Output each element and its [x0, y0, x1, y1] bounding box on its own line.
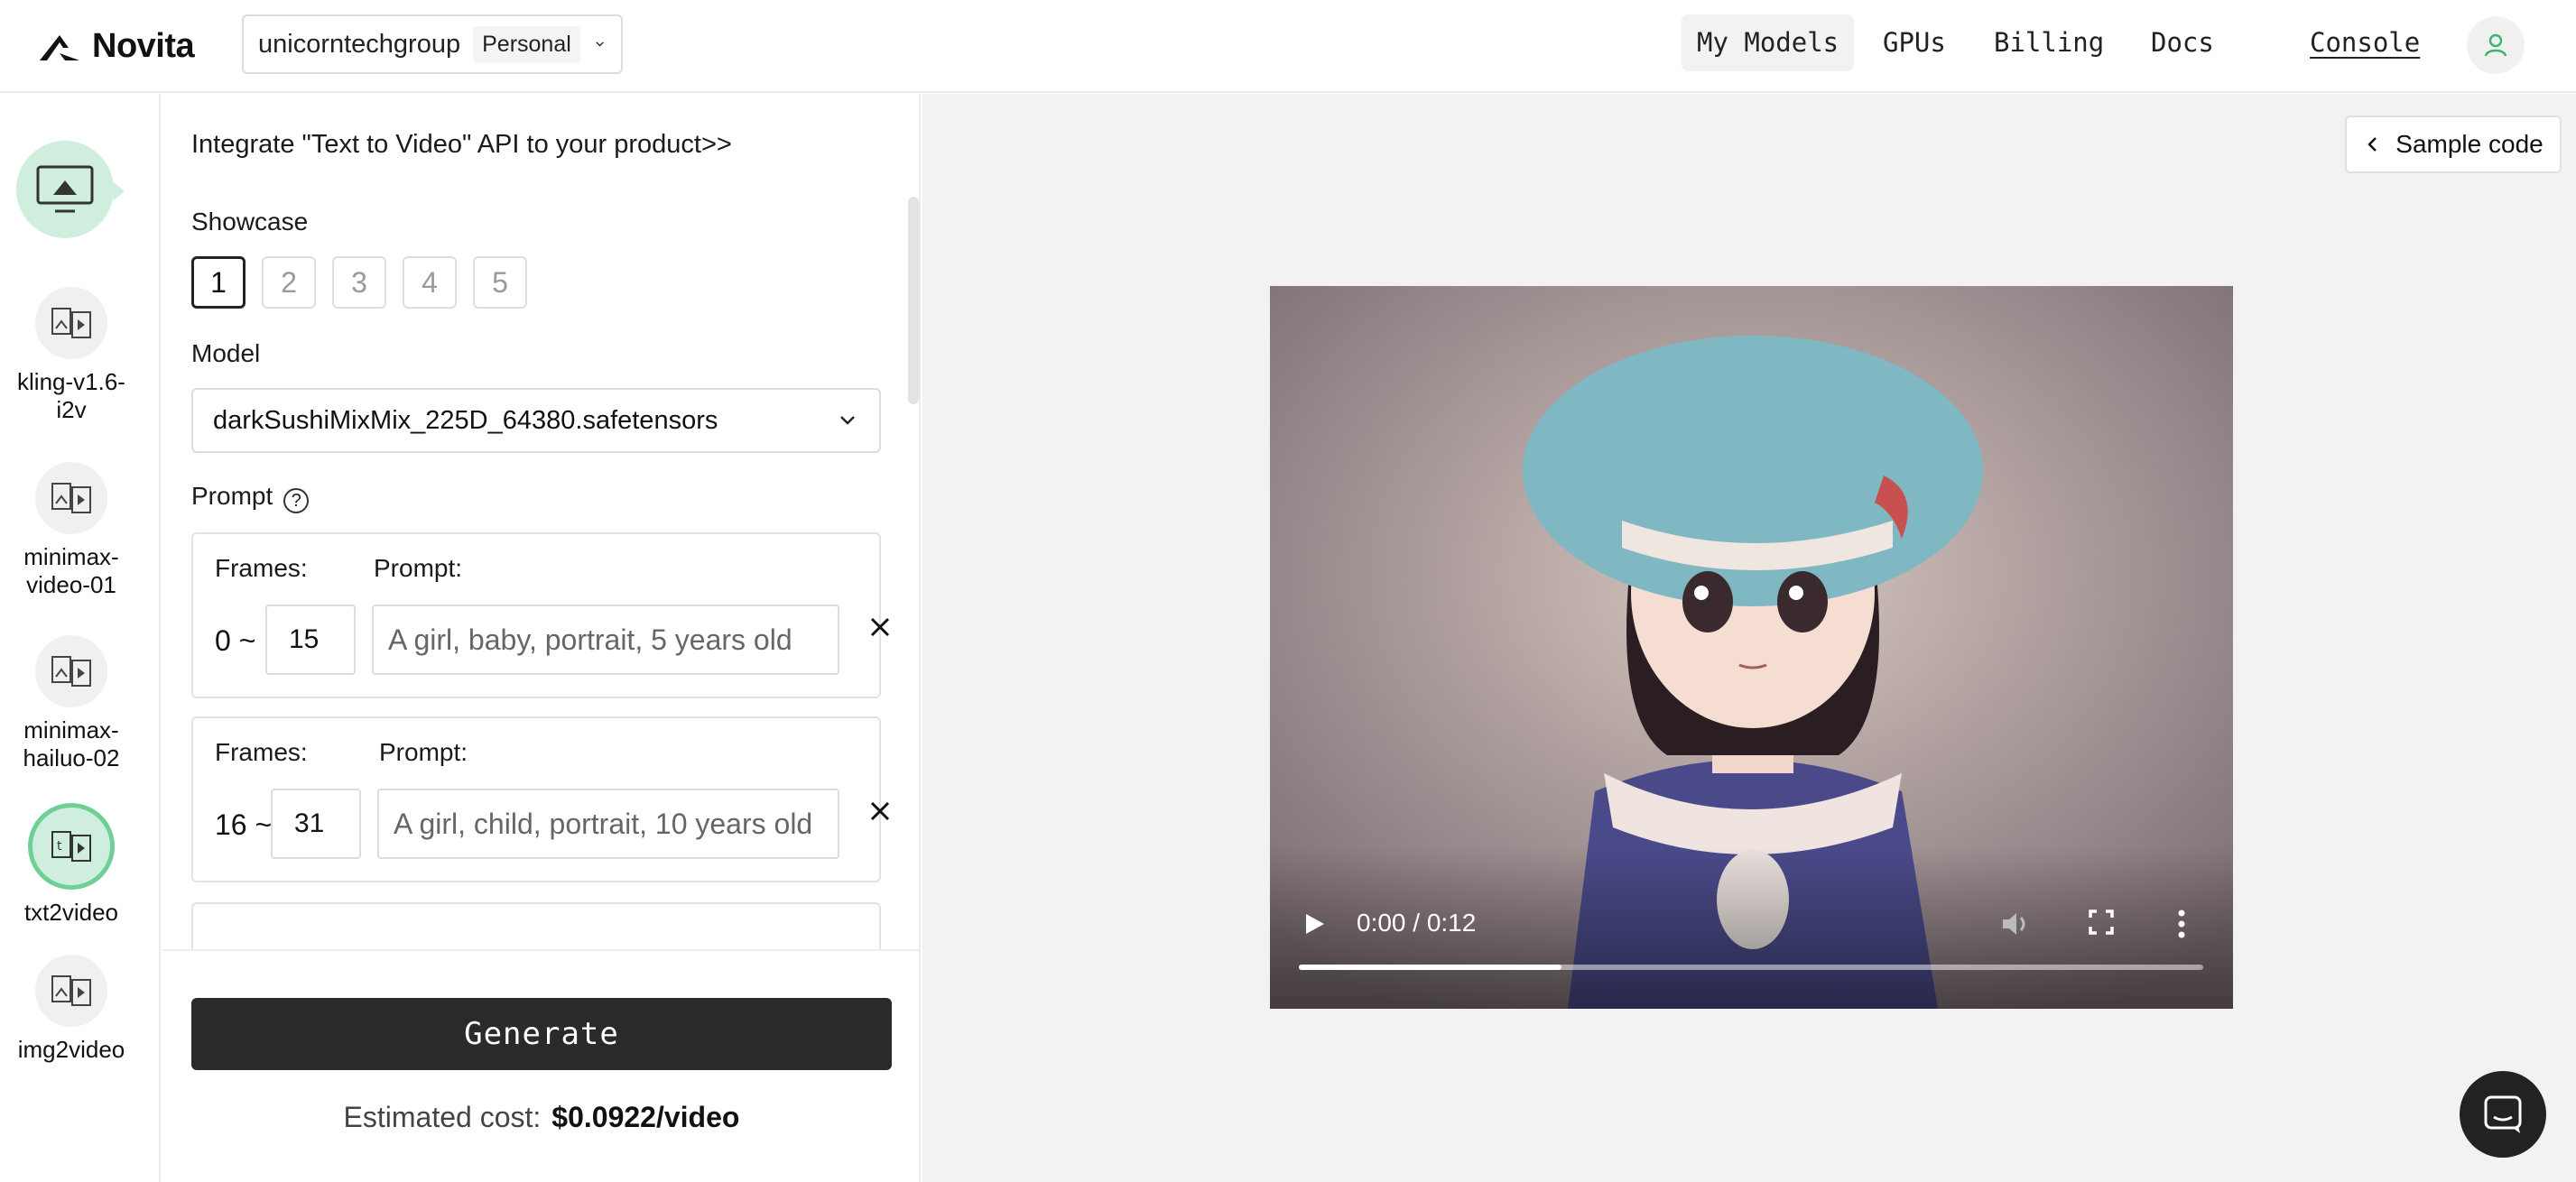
- frame-prompt-card: Frames: Prompt: 16 ~ 31 A girl, child, p…: [191, 716, 890, 882]
- frame-prompt-input[interactable]: A girl, baby, portrait, 5 years old: [372, 605, 839, 675]
- showcase-option-3[interactable]: 3: [332, 256, 386, 309]
- frames-label: Frames:: [215, 738, 308, 766]
- more-options-icon[interactable]: [2176, 909, 2187, 939]
- preview-area: Sample code 0:00 / 0:12: [922, 94, 2576, 1182]
- novita-logo-icon: [40, 34, 79, 60]
- frame-end-input[interactable]: 15: [265, 605, 356, 675]
- frame-prompt-input[interactable]: A girl, child, portrait, 10 years old: [377, 789, 839, 859]
- estimated-cost: Estimated cost: $0.0922/video: [162, 1101, 921, 1134]
- rail-item-img2video[interactable]: img2video: [0, 955, 143, 1064]
- nav-console[interactable]: Console: [2294, 14, 2435, 71]
- prompt-field-label: Prompt:: [379, 738, 468, 766]
- rail-item-label: minimax-hailuo-02: [23, 716, 120, 771]
- integrate-api-link[interactable]: Integrate "Text to Video" API to your pr…: [191, 130, 732, 160]
- showcase-option-1[interactable]: 1: [191, 256, 246, 309]
- video-model-icon: [35, 635, 107, 707]
- nav-my-models[interactable]: My Models: [1682, 14, 1855, 71]
- cost-label: Estimated cost:: [343, 1101, 542, 1133]
- brand-name: Novita: [92, 27, 195, 65]
- team-selector[interactable]: unicorntechgroup Personal: [242, 14, 623, 74]
- team-badge: Personal: [473, 25, 580, 63]
- video-time: 0:00 / 0:12: [1357, 909, 1477, 937]
- generate-button[interactable]: Generate: [191, 998, 892, 1070]
- rail-pointer: [114, 182, 125, 200]
- video-model-icon: [35, 462, 107, 534]
- video-model-icon: [35, 955, 107, 1027]
- model-select[interactable]: darkSushiMixMix_225D_64380.safetensors: [191, 388, 881, 453]
- form-panel: Integrate "Text to Video" API to your pr…: [162, 94, 921, 1182]
- team-name: unicorntechgroup: [258, 29, 461, 59]
- frame-prompt-card: Frames: Prompt: 0 ~ 15 A girl, baby, por…: [191, 532, 890, 698]
- showcase-label: Showcase: [191, 208, 309, 235]
- chevron-down-icon: [840, 416, 855, 425]
- chat-support-button[interactable]: [2460, 1071, 2546, 1158]
- rail-item-minimax-hailuo-02[interactable]: minimax-hailuo-02: [0, 635, 143, 772]
- frame-end-input[interactable]: 31: [271, 789, 361, 859]
- video-player[interactable]: 0:00 / 0:12: [1270, 286, 2233, 1009]
- rail-item-txt2video[interactable]: t txt2video: [0, 803, 143, 927]
- video-model-icon: [35, 287, 107, 359]
- panel-scrollbar[interactable]: [908, 197, 919, 404]
- sample-code-label: Sample code: [2395, 130, 2544, 158]
- video-progress-fill: [1299, 965, 1561, 970]
- rail-item-minimax-video-01[interactable]: minimax-video-01: [0, 462, 143, 599]
- close-icon[interactable]: [865, 612, 895, 642]
- showcase-option-4[interactable]: 4: [403, 256, 457, 309]
- rail-item-label: kling-v1.6- i2v: [17, 368, 125, 423]
- play-icon[interactable]: [1301, 910, 1328, 937]
- chevron-down-icon: [596, 42, 604, 47]
- user-icon: [2484, 33, 2507, 57]
- rail-item-label: txt2video: [23, 899, 119, 926]
- frame-start: 16 ~: [215, 808, 273, 841]
- chat-icon: [2484, 1095, 2522, 1133]
- close-icon[interactable]: [865, 796, 895, 826]
- nav-docs[interactable]: Docs: [2136, 14, 2229, 71]
- frames-label: Frames:: [215, 554, 308, 582]
- generate-footer: Generate Estimated cost: $0.0922/video: [162, 949, 919, 1182]
- rail-item-label: img2video: [17, 1036, 125, 1063]
- sample-code-button[interactable]: Sample code: [2345, 115, 2562, 173]
- showcase-options: 1 2 3 4 5: [191, 256, 527, 309]
- help-icon[interactable]: ?: [283, 488, 310, 513]
- volume-icon[interactable]: [1999, 909, 2032, 939]
- model-label: Model: [191, 339, 261, 367]
- prompt-field-label: Prompt:: [374, 554, 463, 582]
- fullscreen-icon[interactable]: [2088, 909, 2115, 936]
- frame-prompt-card-partial: [191, 902, 881, 956]
- nav-billing[interactable]: Billing: [1978, 14, 2119, 71]
- frame-start: 0 ~: [215, 624, 256, 657]
- model-value: darkSushiMixMix_225D_64380.safetensors: [213, 405, 718, 435]
- chevron-left-icon: [2368, 137, 2377, 152]
- showcase-option-2[interactable]: 2: [262, 256, 316, 309]
- rail-item-kling-v1-6-i2v[interactable]: kling-v1.6- i2v: [0, 287, 143, 424]
- showcase-option-5[interactable]: 5: [473, 256, 527, 309]
- monitor-icon: [36, 165, 94, 213]
- cost-value: $0.0922/video: [551, 1101, 740, 1133]
- rail-home-button[interactable]: [16, 141, 114, 238]
- prompt-label: Prompt?: [191, 482, 310, 513]
- svg-text:t: t: [57, 839, 62, 854]
- nav-gpus[interactable]: GPUs: [1867, 14, 1961, 71]
- rail-item-label: minimax-video-01: [23, 543, 119, 598]
- top-header: Novita unicorntechgroup Personal My Mode…: [0, 0, 2576, 93]
- model-rail: kling-v1.6- i2v minimax-video-01 minimax-…: [0, 94, 161, 1182]
- user-avatar[interactable]: [2467, 16, 2525, 74]
- text-video-icon: t: [28, 803, 115, 890]
- brand-logo[interactable]: Novita: [38, 27, 195, 66]
- video-progress-bar[interactable]: [1299, 965, 2203, 970]
